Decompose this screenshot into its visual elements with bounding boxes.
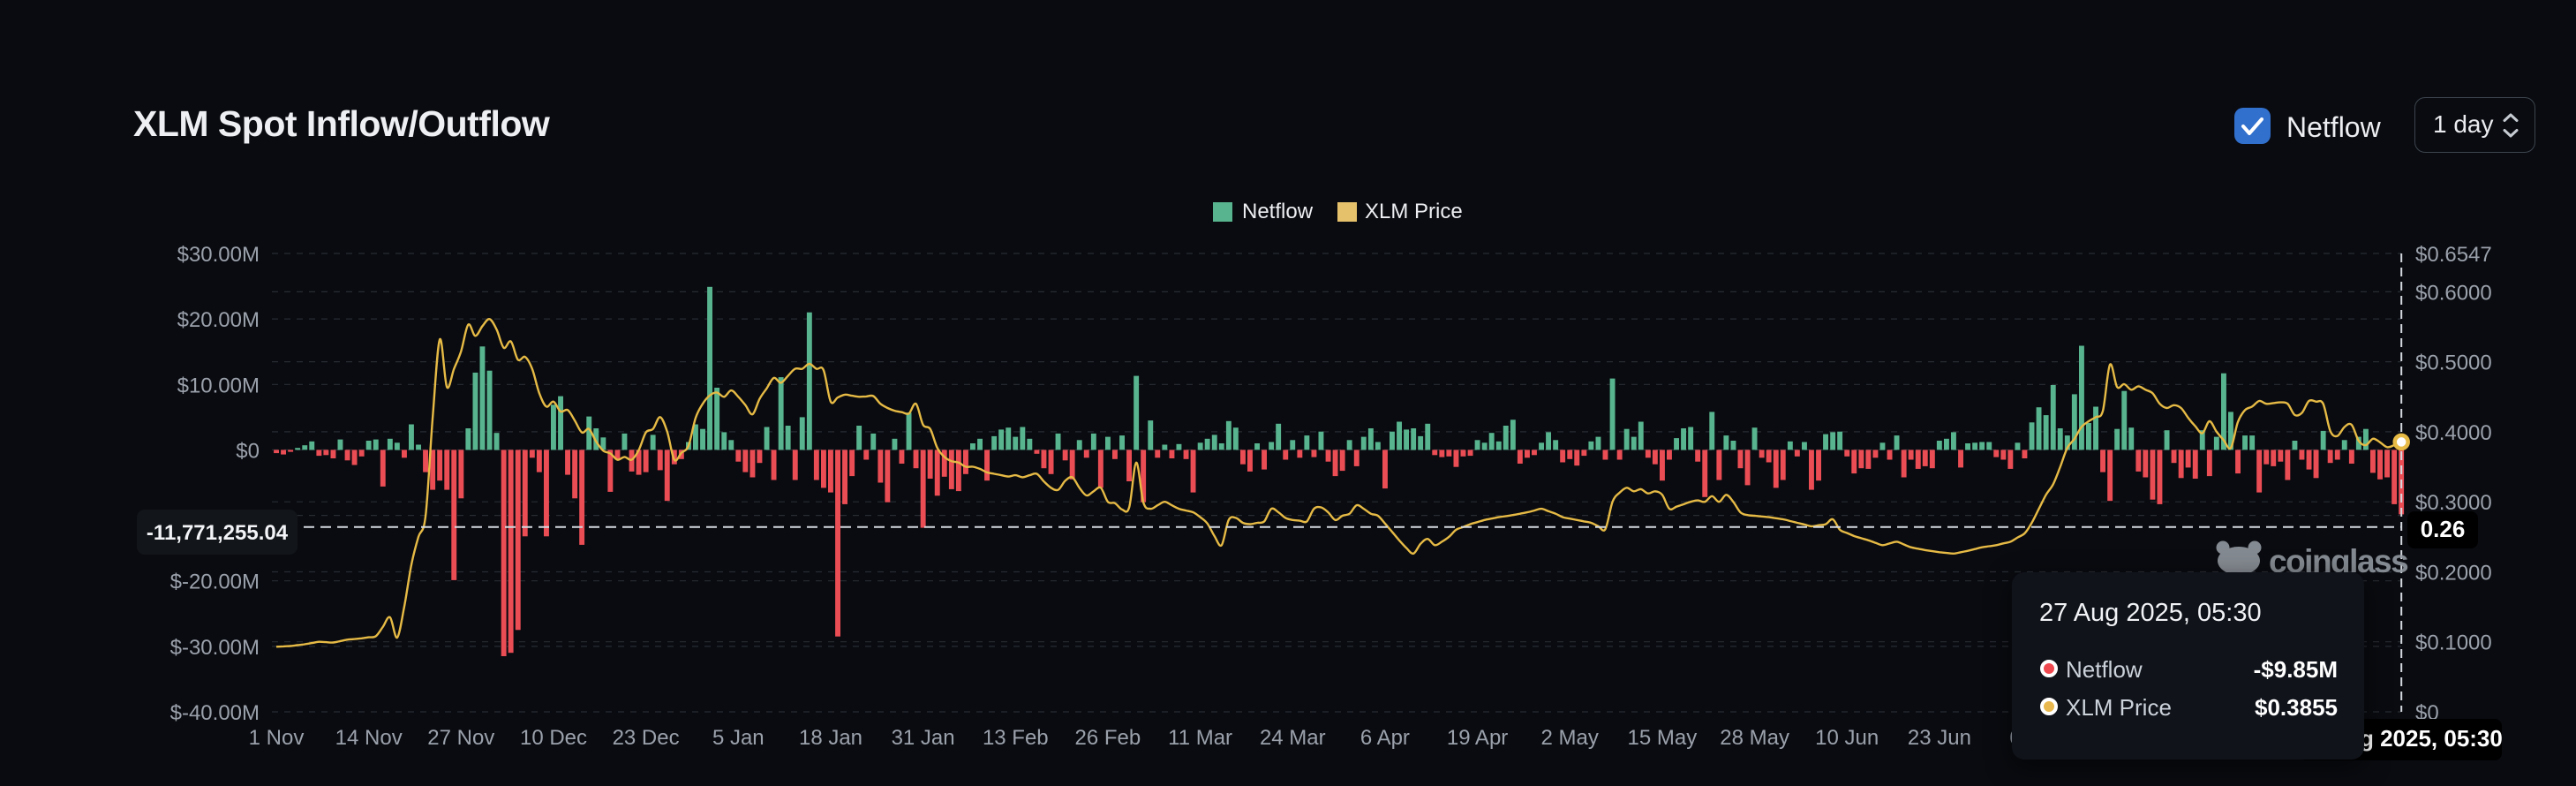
- svg-text:18 Jan: 18 Jan: [799, 726, 862, 750]
- svg-text:1 Nov: 1 Nov: [249, 726, 305, 750]
- svg-text:$0.2000: $0.2000: [2415, 562, 2492, 586]
- svg-text:10 Jun: 10 Jun: [1815, 726, 1879, 750]
- svg-text:23 Jun: 23 Jun: [1908, 726, 1971, 750]
- svg-text:23 Dec: 23 Dec: [613, 726, 680, 750]
- svg-text:-11,771,255.04: -11,771,255.04: [147, 521, 289, 545]
- svg-text:$0.6547: $0.6547: [2415, 243, 2492, 267]
- svg-text:$0.4000: $0.4000: [2415, 421, 2492, 445]
- svg-text:13 Feb: 13 Feb: [983, 726, 1049, 750]
- svg-text:24 Mar: 24 Mar: [1260, 726, 1326, 750]
- svg-text:$30.00M: $30.00M: [177, 243, 260, 267]
- svg-text:27 Nov: 27 Nov: [427, 726, 494, 750]
- svg-text:11 Mar: 11 Mar: [1168, 726, 1232, 750]
- svg-text:$-20.00M: $-20.00M: [170, 571, 260, 594]
- svg-text:2 May: 2 May: [1541, 726, 1599, 750]
- svg-text:10 Dec: 10 Dec: [520, 726, 587, 750]
- svg-text:$0.5000: $0.5000: [2415, 351, 2492, 375]
- svg-text:0.26: 0.26: [2421, 516, 2466, 542]
- svg-text:$-30.00M: $-30.00M: [170, 636, 260, 660]
- svg-text:14 Nov: 14 Nov: [335, 726, 403, 750]
- svg-text:28 May: 28 May: [1720, 726, 1789, 750]
- svg-text:$0.1000: $0.1000: [2415, 631, 2492, 655]
- svg-text:15 May: 15 May: [1628, 726, 1698, 750]
- svg-text:5 Jan: 5 Jan: [712, 726, 765, 750]
- svg-text:$-40.00M: $-40.00M: [170, 701, 260, 725]
- svg-text:$0.6000: $0.6000: [2415, 281, 2492, 305]
- svg-text:19 Apr: 19 Apr: [1447, 726, 1508, 750]
- svg-text:$0: $0: [236, 439, 260, 463]
- svg-text:$20.00M: $20.00M: [177, 308, 260, 332]
- svg-text:$10.00M: $10.00M: [177, 374, 260, 397]
- svg-text:6 Apr: 6 Apr: [1360, 726, 1410, 750]
- svg-text:31 Jan: 31 Jan: [892, 726, 955, 750]
- svg-text:26 Feb: 26 Feb: [1075, 726, 1141, 750]
